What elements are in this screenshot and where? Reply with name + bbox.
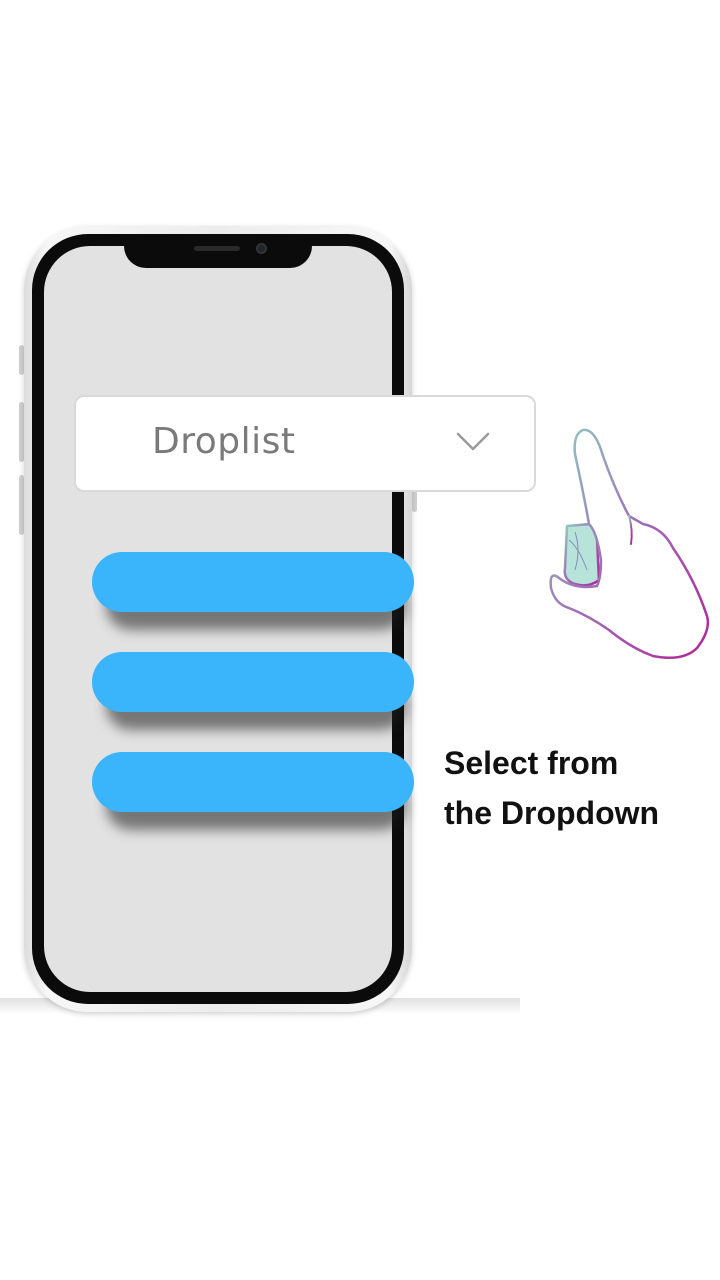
instruction-caption: Select from the Dropdown [444, 738, 714, 838]
phone-camera [256, 243, 267, 254]
caption-line-1: Select from [444, 745, 619, 781]
dropdown-option[interactable] [92, 552, 414, 630]
droplist-select[interactable]: Droplist [74, 395, 536, 492]
chevron-down-icon[interactable] [456, 431, 490, 453]
dropdown-option-bar[interactable] [92, 652, 414, 712]
caption-line-2: the Dropdown [444, 795, 660, 831]
dropdown-option-bar[interactable] [92, 752, 414, 812]
scene: Droplist Select from the Dropdown [0, 0, 720, 1280]
phone-notch [124, 234, 312, 268]
phone-speaker [194, 246, 240, 251]
dropdown-option[interactable] [92, 652, 414, 730]
dropdown-option[interactable] [92, 752, 414, 830]
pointing-hand-icon [549, 428, 710, 659]
dropdown-option-bar[interactable] [92, 552, 414, 612]
droplist-label: Droplist [152, 421, 296, 462]
